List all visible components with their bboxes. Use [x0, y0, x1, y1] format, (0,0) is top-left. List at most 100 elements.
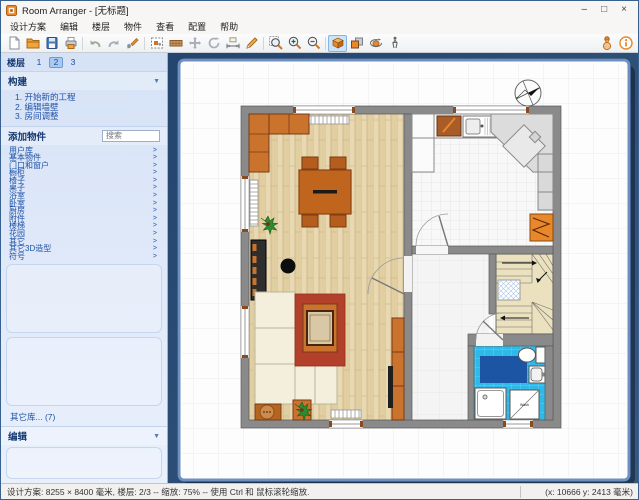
toilet[interactable] [519, 347, 546, 363]
chair[interactable] [302, 215, 318, 227]
new-button[interactable] [4, 35, 23, 52]
close-button[interactable]: × [621, 5, 627, 15]
toolbar [1, 34, 638, 53]
build-section-header[interactable]: 构建 ▼ [1, 71, 167, 90]
washing-machine[interactable]: Wash [510, 390, 539, 419]
touch-mode-button[interactable] [597, 35, 616, 52]
kitchen-heater[interactable] [530, 214, 553, 241]
window[interactable] [241, 306, 249, 358]
bath-rug[interactable] [480, 356, 527, 383]
coffee-table[interactable] [303, 304, 337, 352]
group-box [6, 337, 162, 406]
window[interactable] [241, 176, 249, 232]
chair[interactable] [330, 157, 346, 169]
bathroom-left-wall[interactable] [468, 346, 474, 420]
brush-icon [125, 35, 141, 51]
stairs-wall[interactable] [489, 254, 496, 314]
menu-help[interactable]: 帮助 [213, 19, 245, 34]
floor-plan[interactable]: Wash [241, 80, 561, 428]
redo-button[interactable] [104, 35, 123, 52]
collapse-arrow-icon[interactable]: ▼ [153, 433, 160, 440]
category-kitchen[interactable]: 厨房> [1, 207, 167, 215]
side-table[interactable] [255, 404, 281, 420]
floor-tab-1[interactable]: 1 [32, 57, 46, 68]
window[interactable] [453, 106, 529, 114]
kitchen-tall-cabinet[interactable] [412, 114, 434, 172]
info-button[interactable] [616, 35, 635, 52]
open-button[interactable] [23, 35, 42, 52]
rotate-object-button[interactable] [204, 35, 223, 52]
app-window: Room Arranger - [无标题] – □ × 设计方案 编辑 楼层 物… [0, 0, 639, 500]
open-folder-icon [25, 35, 41, 51]
window[interactable] [329, 420, 363, 428]
pencil-icon [244, 35, 260, 51]
add-objects-header: 添加物件 [1, 126, 167, 145]
move-object-button[interactable] [185, 35, 204, 52]
menu-floors[interactable]: 楼层 [85, 19, 117, 34]
chair[interactable] [330, 215, 346, 227]
objects-3d-button[interactable] [347, 35, 366, 52]
category-accessories[interactable]: 附件> [1, 215, 167, 223]
search-input[interactable] [102, 130, 160, 142]
floor-tab-3[interactable]: 3 [66, 57, 80, 68]
view-3d-button[interactable] [328, 35, 347, 52]
collapse-arrow-icon[interactable]: ▼ [153, 78, 160, 85]
cooktop[interactable] [437, 116, 461, 136]
edit-section-header[interactable]: 编辑 ▼ [1, 426, 167, 445]
shower-tray[interactable] [475, 388, 506, 419]
category-cabinets[interactable]: 橱柜> [1, 169, 167, 177]
draw-tool-button[interactable] [242, 35, 261, 52]
round-side-table[interactable] [281, 259, 296, 274]
walkthrough-button[interactable] [385, 35, 404, 52]
zoom-in-button[interactable] [285, 35, 304, 52]
maximize-button[interactable]: □ [601, 5, 607, 15]
radiator[interactable] [331, 410, 361, 418]
window[interactable] [293, 106, 355, 114]
menu-objects[interactable]: 物件 [117, 19, 149, 34]
menu-edit[interactable]: 编辑 [53, 19, 85, 34]
compass[interactable] [515, 80, 541, 106]
menu-view[interactable]: 查看 [149, 19, 181, 34]
status-bar: 设计方案: 8255 × 8400 毫米, 楼层: 2/3 -- 缩放: 75%… [1, 483, 638, 499]
rotate-3d-button[interactable] [366, 35, 385, 52]
dimension-button[interactable] [223, 35, 242, 52]
chair[interactable] [302, 157, 318, 169]
staircase[interactable] [496, 254, 553, 334]
menu-design[interactable]: 设计方案 [3, 19, 53, 34]
print-button[interactable] [61, 35, 80, 52]
draw-wall-button[interactable] [166, 35, 185, 52]
save-button[interactable] [42, 35, 61, 52]
category-chairs[interactable]: 椅子> [1, 177, 167, 185]
category-stairs[interactable]: 楼梯> [1, 222, 167, 230]
category-tables[interactable]: 桌子> [1, 184, 167, 192]
tv-screen[interactable] [388, 366, 393, 408]
wall-cabinets[interactable] [538, 154, 553, 210]
washbasin[interactable] [529, 366, 546, 383]
category-doors-windows[interactable]: 门口和窗户> [1, 162, 167, 170]
floor-tab-2[interactable]: 2 [49, 57, 63, 68]
zoom-out-icon [306, 35, 322, 51]
bookshelf[interactable] [251, 240, 266, 300]
other-libraries-link[interactable]: 其它库... (7) [1, 409, 167, 426]
step-adjust-rooms[interactable]: 3. 房间调整 [1, 112, 167, 122]
format-brush-button[interactable] [123, 35, 142, 52]
category-other-3d[interactable]: 其它3D造型> [1, 245, 167, 253]
save-floppy-icon [44, 35, 60, 51]
toolbar-separator [263, 37, 264, 50]
bathroom[interactable]: Wash [474, 346, 546, 420]
zoom-out-button[interactable] [304, 35, 323, 52]
zoom-region-button[interactable] [266, 35, 285, 52]
minimize-button[interactable]: – [582, 5, 588, 15]
radiator[interactable] [250, 180, 258, 226]
menu-options[interactable]: 配置 [181, 19, 213, 34]
plan-select-button[interactable] [147, 35, 166, 52]
category-bathroom[interactable]: 浴室> [1, 192, 167, 200]
plan-canvas[interactable]: Wash [168, 53, 638, 483]
bathroom-right-wall[interactable] [545, 346, 553, 420]
window[interactable] [503, 420, 533, 428]
undo-button[interactable] [85, 35, 104, 52]
category-bedroom[interactable]: 卧室> [1, 200, 167, 208]
category-symbols[interactable]: 符号> [1, 253, 167, 261]
category-garden[interactable]: 花园> [1, 230, 167, 238]
potted-plant[interactable] [293, 400, 312, 420]
